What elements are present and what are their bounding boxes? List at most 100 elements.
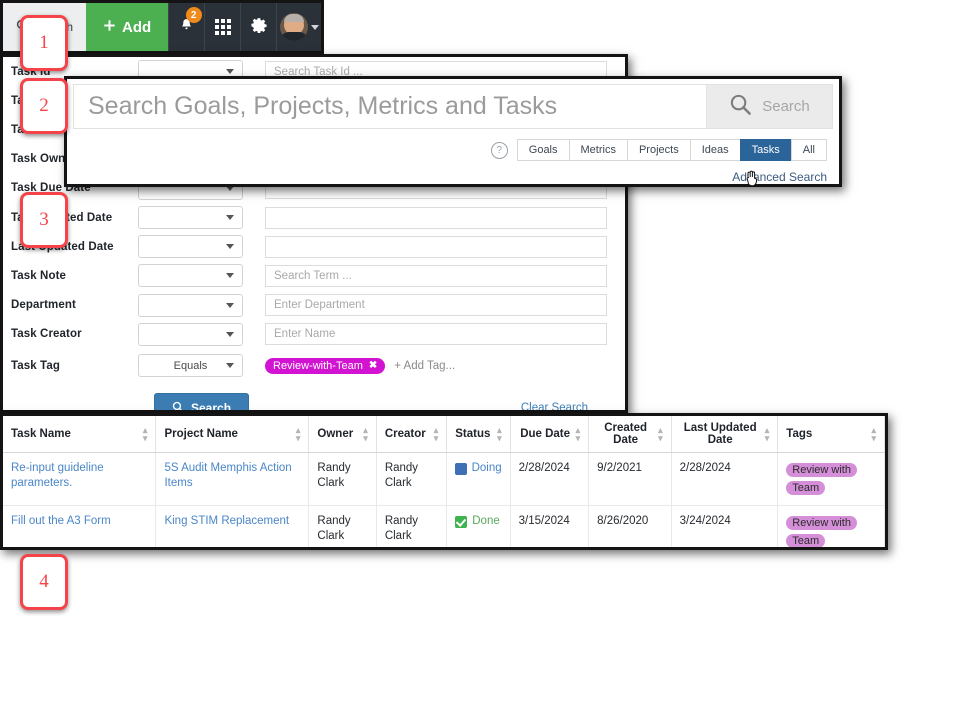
cell-creator: Randy Clark bbox=[376, 452, 448, 506]
project-name-link[interactable]: King STIM Replacement bbox=[164, 515, 289, 527]
project-name-link[interactable]: 5S Audit Memphis Action Items bbox=[164, 462, 291, 489]
apps-grid-icon bbox=[214, 19, 231, 35]
input-task-note[interactable]: Search Term ... bbox=[265, 264, 607, 287]
column-header-project-name[interactable]: Project Name ▴ ▾ bbox=[155, 416, 310, 453]
column-header-last-updated-date[interactable]: Last Updated Date ▴ ▾ bbox=[671, 416, 779, 453]
label-department: Department bbox=[11, 299, 76, 312]
column-header-creator[interactable]: Creator ▴ ▾ bbox=[376, 416, 448, 453]
column-header-task-name[interactable]: Task Name ▴ ▾ bbox=[3, 416, 157, 453]
header-label: Due Date bbox=[520, 428, 571, 440]
form-search-button[interactable]: Search bbox=[154, 392, 250, 410]
task-name-link[interactable]: Re-input guideline parameters. bbox=[11, 462, 104, 489]
tab-ideas[interactable]: Ideas bbox=[689, 139, 740, 161]
tag-badge[interactable]: Review with Team bbox=[786, 516, 857, 547]
screenshot-stage: 1 2 3 4 Search Add 2 bbox=[0, 0, 961, 713]
global-search-input[interactable]: Search Goals, Projects, Metrics and Task… bbox=[73, 84, 706, 129]
cell-task-name: Re-input guideline parameters. bbox=[3, 452, 157, 506]
results-table-body: Re-input guideline parameters. 5S Audit … bbox=[3, 452, 885, 547]
results-table-panel: Task Name ▴ ▾ Project Name ▴ ▾ Owner ▴ ▾ Creat… bbox=[0, 413, 888, 550]
tab-projects[interactable]: Projects bbox=[626, 139, 690, 161]
form-actions: Search Clear Search bbox=[154, 392, 625, 410]
apps-grid-button[interactable] bbox=[204, 3, 240, 51]
status-check-icon bbox=[455, 515, 468, 528]
cell-due-date: 3/15/2024 bbox=[510, 505, 590, 547]
chevron-down-icon bbox=[226, 331, 234, 337]
input-task-created-date[interactable] bbox=[265, 206, 607, 229]
tab-metrics[interactable]: Metrics bbox=[568, 139, 627, 161]
chevron-down-icon bbox=[226, 273, 234, 279]
callout-number: 2 bbox=[39, 95, 49, 116]
status-badge: Done bbox=[455, 514, 501, 529]
form-row-task-tag: Task Tag Equals Review-with-Team ✖ + Add… bbox=[3, 349, 625, 383]
mouse-cursor-icon bbox=[746, 170, 758, 187]
toolbar-add-label: Add bbox=[122, 18, 152, 36]
column-header-due-date[interactable]: Due Date ▴ ▾ bbox=[510, 416, 590, 453]
clear-search-link[interactable]: Clear Search bbox=[521, 402, 588, 410]
toolbar-add-button[interactable]: Add bbox=[86, 3, 169, 51]
column-header-created-date[interactable]: Created Date ▴ ▾ bbox=[588, 416, 672, 453]
operator-select-last-updated-date[interactable] bbox=[138, 235, 243, 259]
header-label: Owner bbox=[317, 428, 354, 440]
cell-tags: Review with Team bbox=[777, 505, 885, 547]
callout-badge-1: 1 bbox=[20, 15, 68, 71]
callout-badge-3: 3 bbox=[20, 192, 68, 248]
selected-tag-pill[interactable]: Review-with-Team ✖ bbox=[265, 357, 386, 374]
column-header-owner[interactable]: Owner ▴ ▾ bbox=[308, 416, 377, 453]
tag-badge[interactable]: Review with Team bbox=[786, 463, 857, 495]
operator-select-task-note[interactable] bbox=[138, 264, 243, 288]
callout-number: 4 bbox=[39, 571, 49, 592]
task-name-link[interactable]: Fill out the A3 Form bbox=[11, 515, 111, 527]
tab-tasks[interactable]: Tasks bbox=[739, 139, 791, 161]
tab-all[interactable]: All bbox=[790, 139, 827, 161]
search-icon bbox=[172, 401, 184, 410]
tab-goals[interactable]: Goals bbox=[516, 139, 569, 161]
callout-number: 3 bbox=[39, 209, 49, 230]
cell-created-date: 8/26/2020 bbox=[588, 505, 672, 547]
input-task-creator[interactable]: Enter Name bbox=[265, 323, 607, 346]
column-header-status[interactable]: Status ▴ ▾ bbox=[446, 416, 511, 453]
cell-task-name: Fill out the A3 Form bbox=[3, 505, 157, 547]
advanced-search-link[interactable]: Advanced Search bbox=[67, 170, 827, 184]
chevron-down-icon bbox=[310, 24, 319, 30]
operator-select-task-creator[interactable] bbox=[138, 322, 243, 346]
add-tag-link[interactable]: + Add Tag... bbox=[394, 360, 455, 372]
column-header-tags[interactable]: Tags ▴ ▾ bbox=[777, 416, 885, 453]
cell-project-name: 5S Audit Memphis Action Items bbox=[155, 452, 310, 506]
callout-badge-2: 2 bbox=[20, 78, 68, 134]
global-search-panel: Search Goals, Projects, Metrics and Task… bbox=[64, 76, 842, 187]
cell-status: Doing bbox=[446, 452, 511, 506]
global-search-row: Search Goals, Projects, Metrics and Task… bbox=[73, 84, 833, 129]
gear-icon bbox=[251, 17, 267, 38]
notification-count-badge: 2 bbox=[185, 7, 202, 23]
help-icon[interactable]: ? bbox=[490, 141, 508, 159]
header-label: Tags bbox=[786, 428, 813, 440]
avatar bbox=[279, 13, 308, 41]
form-row-last-updated-date: Last Updated Date bbox=[3, 232, 625, 261]
cell-owner: Randy Clark bbox=[308, 452, 377, 506]
user-menu-button[interactable] bbox=[276, 3, 321, 51]
table-row[interactable]: Re-input guideline parameters. 5S Audit … bbox=[3, 452, 885, 506]
input-last-updated-date[interactable] bbox=[265, 235, 607, 258]
sort-icon: ▴ ▾ bbox=[764, 425, 770, 443]
cell-project-name: King STIM Replacement bbox=[155, 505, 310, 547]
sort-icon: ▴ ▾ bbox=[433, 425, 439, 443]
callout-number: 1 bbox=[39, 32, 49, 53]
sort-icon: ▴ ▾ bbox=[497, 425, 502, 443]
global-search-button[interactable]: Search bbox=[706, 84, 833, 129]
cell-creator: Randy Clark bbox=[376, 505, 448, 547]
header-label: Task Name bbox=[11, 428, 71, 440]
chevron-down-icon bbox=[226, 215, 234, 221]
operator-select-department[interactable] bbox=[138, 293, 243, 317]
results-table: Task Name ▴ ▾ Project Name ▴ ▾ Owner ▴ ▾ Creat… bbox=[3, 416, 885, 547]
table-row[interactable]: Fill out the A3 Form King STIM Replaceme… bbox=[3, 505, 885, 547]
operator-select-task-tag[interactable]: Equals bbox=[138, 354, 243, 378]
settings-button[interactable] bbox=[240, 3, 276, 51]
search-icon bbox=[729, 93, 752, 120]
input-department[interactable]: Enter Department bbox=[265, 294, 607, 317]
close-icon[interactable]: ✖ bbox=[369, 360, 377, 371]
operator-select-task-created-date[interactable] bbox=[138, 206, 243, 230]
chevron-down-icon bbox=[226, 244, 234, 250]
notifications-button[interactable]: 2 bbox=[168, 3, 204, 51]
status-swatch-icon bbox=[455, 462, 467, 475]
label-task-note: Task Note bbox=[11, 269, 67, 282]
